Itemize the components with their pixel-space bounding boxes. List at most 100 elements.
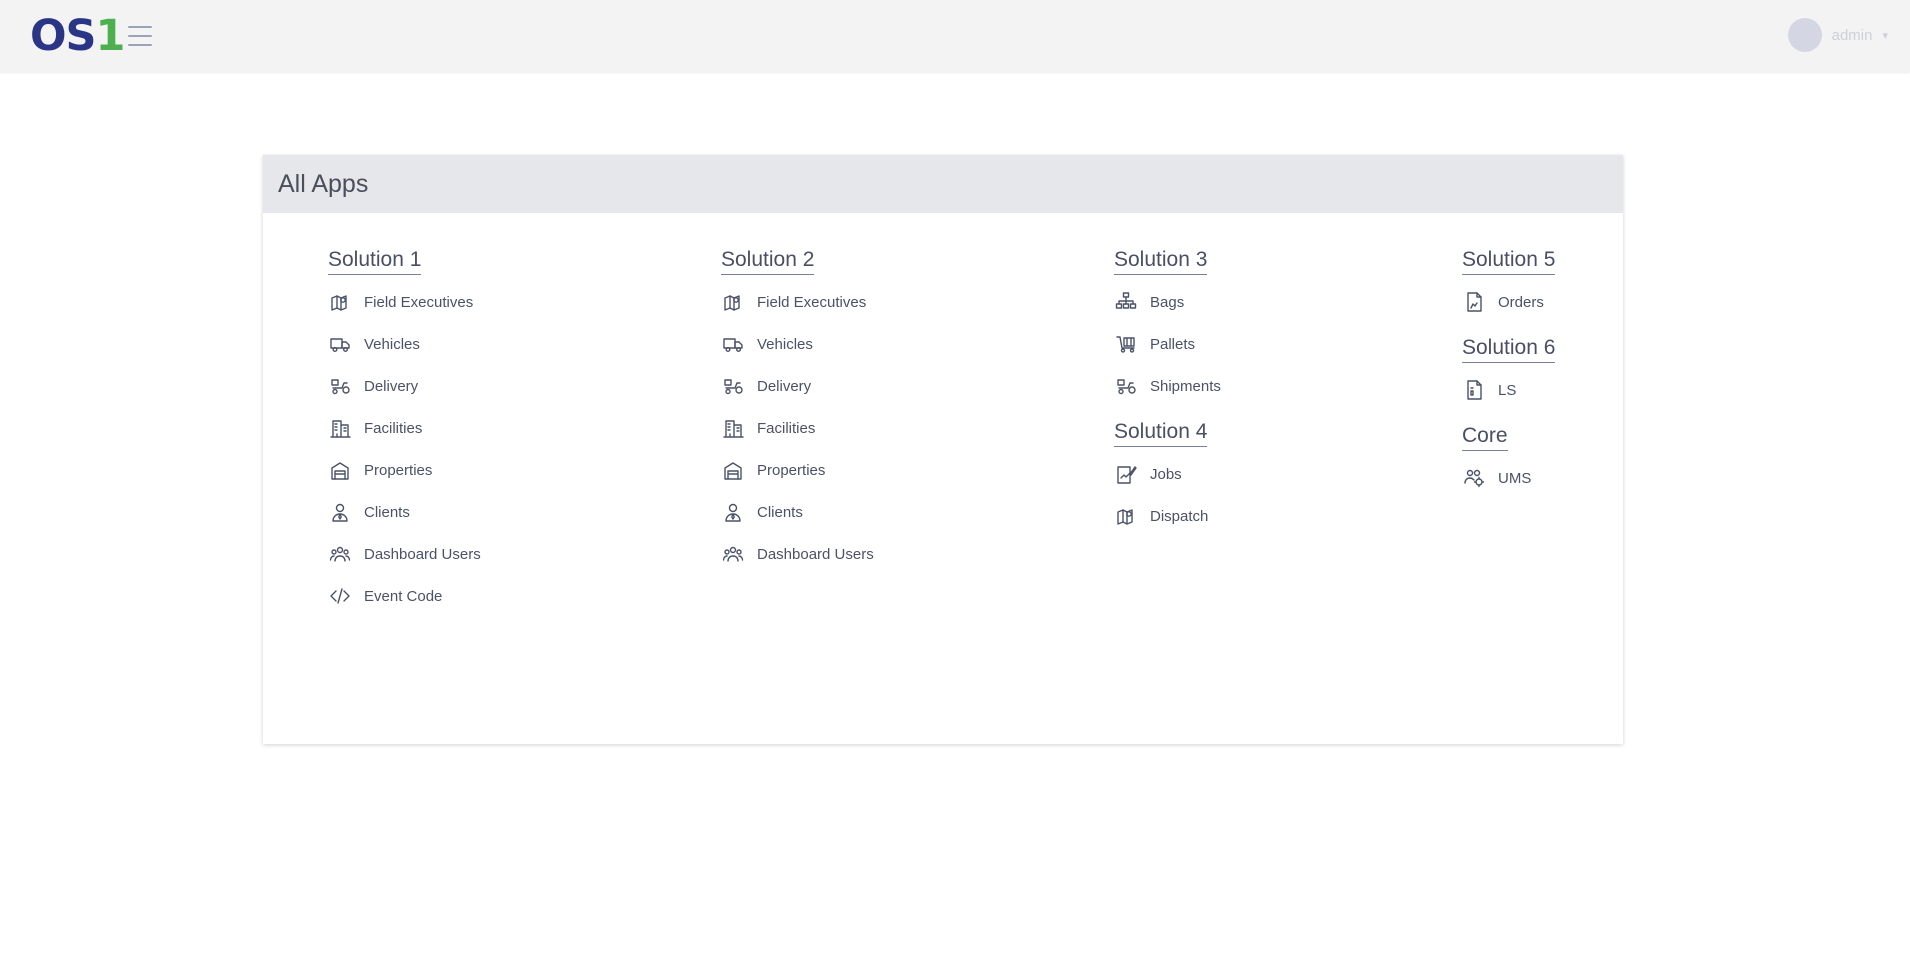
app-label: Vehicles (364, 335, 420, 353)
app-label: Bags (1150, 293, 1185, 311)
app-label: Dashboard Users (364, 545, 481, 563)
app-list: Bags Pallets Shipments (1114, 281, 1221, 407)
app-link[interactable]: Pallets (1114, 323, 1221, 365)
app-link[interactable]: Dispatch (1114, 495, 1221, 537)
users-icon (328, 542, 352, 566)
app-link[interactable]: Event Code (328, 575, 481, 617)
app-label: Pallets (1150, 335, 1196, 353)
app-link[interactable]: Bags (1114, 281, 1221, 323)
users-icon (721, 542, 745, 566)
section-title: Solution 6 (1462, 335, 1556, 363)
app-group: Solution 1 Field Executives Vehicles Delive… (328, 247, 481, 617)
app-link[interactable]: Facilities (328, 407, 481, 449)
app-link[interactable]: LS (1462, 369, 1555, 411)
map-icon (721, 290, 745, 314)
app-label: Delivery (757, 377, 812, 395)
all-apps-panel: All Apps Solution 1 Field Executives Vehic… (263, 155, 1623, 744)
truck-icon (328, 332, 352, 356)
users-gear-icon (1462, 466, 1486, 490)
avatar (1787, 18, 1822, 52)
app-label: LS (1498, 381, 1517, 399)
app-link[interactable]: Field Executives (721, 281, 874, 323)
hierarchy-icon (1114, 290, 1138, 314)
app-label: Field Executives (757, 293, 867, 311)
app-link[interactable]: Jobs (1114, 453, 1221, 495)
app-label: Vehicles (757, 335, 813, 353)
logo-text: OS (30, 11, 97, 61)
top-bar: OS1 admin ▾ (0, 0, 1910, 72)
app-label: Shipments (1150, 377, 1221, 395)
section-title: Solution 4 (1114, 419, 1208, 447)
client-icon (328, 500, 352, 524)
app-link[interactable]: Dashboard Users (328, 533, 481, 575)
app-link[interactable]: Properties (328, 449, 481, 491)
building-icon (328, 416, 352, 440)
section-title: Solution 5 (1462, 247, 1556, 275)
app-list: Jobs Dispatch (1114, 453, 1221, 537)
app-group: Solution 5 Orders (1462, 247, 1556, 323)
app-group: Core UMS (1462, 423, 1555, 499)
code-icon (328, 584, 352, 608)
app-link[interactable]: Properties (721, 449, 874, 491)
app-link[interactable]: Facilities (721, 407, 874, 449)
app-link[interactable]: Delivery (721, 365, 874, 407)
map-icon (1114, 504, 1138, 528)
delivery-icon (721, 374, 745, 398)
os1-logo[interactable]: OS1 (30, 10, 126, 62)
section-title: Solution 3 (1114, 247, 1208, 275)
app-list: UMS (1462, 457, 1555, 499)
user-menu[interactable]: admin ▾ (1787, 18, 1888, 52)
building-icon (721, 416, 745, 440)
app-group: Solution 2 Field Executives Vehicles Delive… (721, 247, 874, 575)
delivery-icon (1114, 374, 1138, 398)
jobs-icon (1114, 462, 1138, 486)
app-list: Field Executives Vehicles Delivery Faciliti… (328, 281, 481, 617)
app-label: Dashboard Users (757, 545, 874, 563)
app-group: Solution 6 LS (1462, 335, 1556, 411)
section-title: Solution 1 (328, 247, 422, 275)
section-title: Core (1462, 423, 1508, 451)
user-name: admin (1831, 26, 1873, 44)
app-group: Solution 4 Jobs Dispatch (1114, 419, 1221, 537)
app-list: Field Executives Vehicles Delivery Faciliti… (721, 281, 874, 575)
delivery-icon (328, 374, 352, 398)
logo-number: 1 (95, 11, 126, 61)
app-label: Clients (757, 503, 803, 521)
chevron-down-icon: ▾ (1882, 29, 1888, 42)
truck-icon (721, 332, 745, 356)
app-link[interactable]: Dashboard Users (721, 533, 874, 575)
client-icon (721, 500, 745, 524)
app-label: Dispatch (1150, 507, 1209, 525)
app-label: Field Executives (364, 293, 474, 311)
app-link[interactable]: Clients (721, 491, 874, 533)
app-label: Jobs (1150, 465, 1182, 483)
app-link[interactable]: Delivery (328, 365, 481, 407)
app-label: Facilities (364, 419, 423, 437)
panel-title: All Apps (263, 155, 1623, 213)
app-label: Delivery (364, 377, 419, 395)
app-link[interactable]: Orders (1462, 281, 1555, 323)
app-label: UMS (1498, 469, 1532, 487)
hamburger-menu-icon[interactable] (128, 26, 152, 46)
app-label: Event Code (364, 587, 443, 605)
warehouse-icon (721, 458, 745, 482)
app-label: Clients (364, 503, 410, 521)
app-list: Orders (1462, 281, 1555, 323)
pallet-icon (1114, 332, 1138, 356)
app-label: Facilities (757, 419, 816, 437)
app-label: Properties (364, 461, 433, 479)
section-title: Solution 2 (721, 247, 815, 275)
app-link[interactable]: Field Executives (328, 281, 481, 323)
app-label: Properties (757, 461, 826, 479)
app-column-4: Solution 5 Orders Solution 6 LS Core UMS (1462, 247, 1556, 511)
app-column-2: Solution 2 Field Executives Vehicles Delive… (721, 247, 874, 587)
app-list: LS (1462, 369, 1555, 411)
warehouse-icon (328, 458, 352, 482)
app-link[interactable]: UMS (1462, 457, 1555, 499)
app-column-1: Solution 1 Field Executives Vehicles Delive… (328, 247, 481, 629)
app-link[interactable]: Shipments (1114, 365, 1221, 407)
app-link[interactable]: Vehicles (721, 323, 874, 365)
app-link[interactable]: Clients (328, 491, 481, 533)
app-label: Orders (1498, 293, 1544, 311)
app-link[interactable]: Vehicles (328, 323, 481, 365)
